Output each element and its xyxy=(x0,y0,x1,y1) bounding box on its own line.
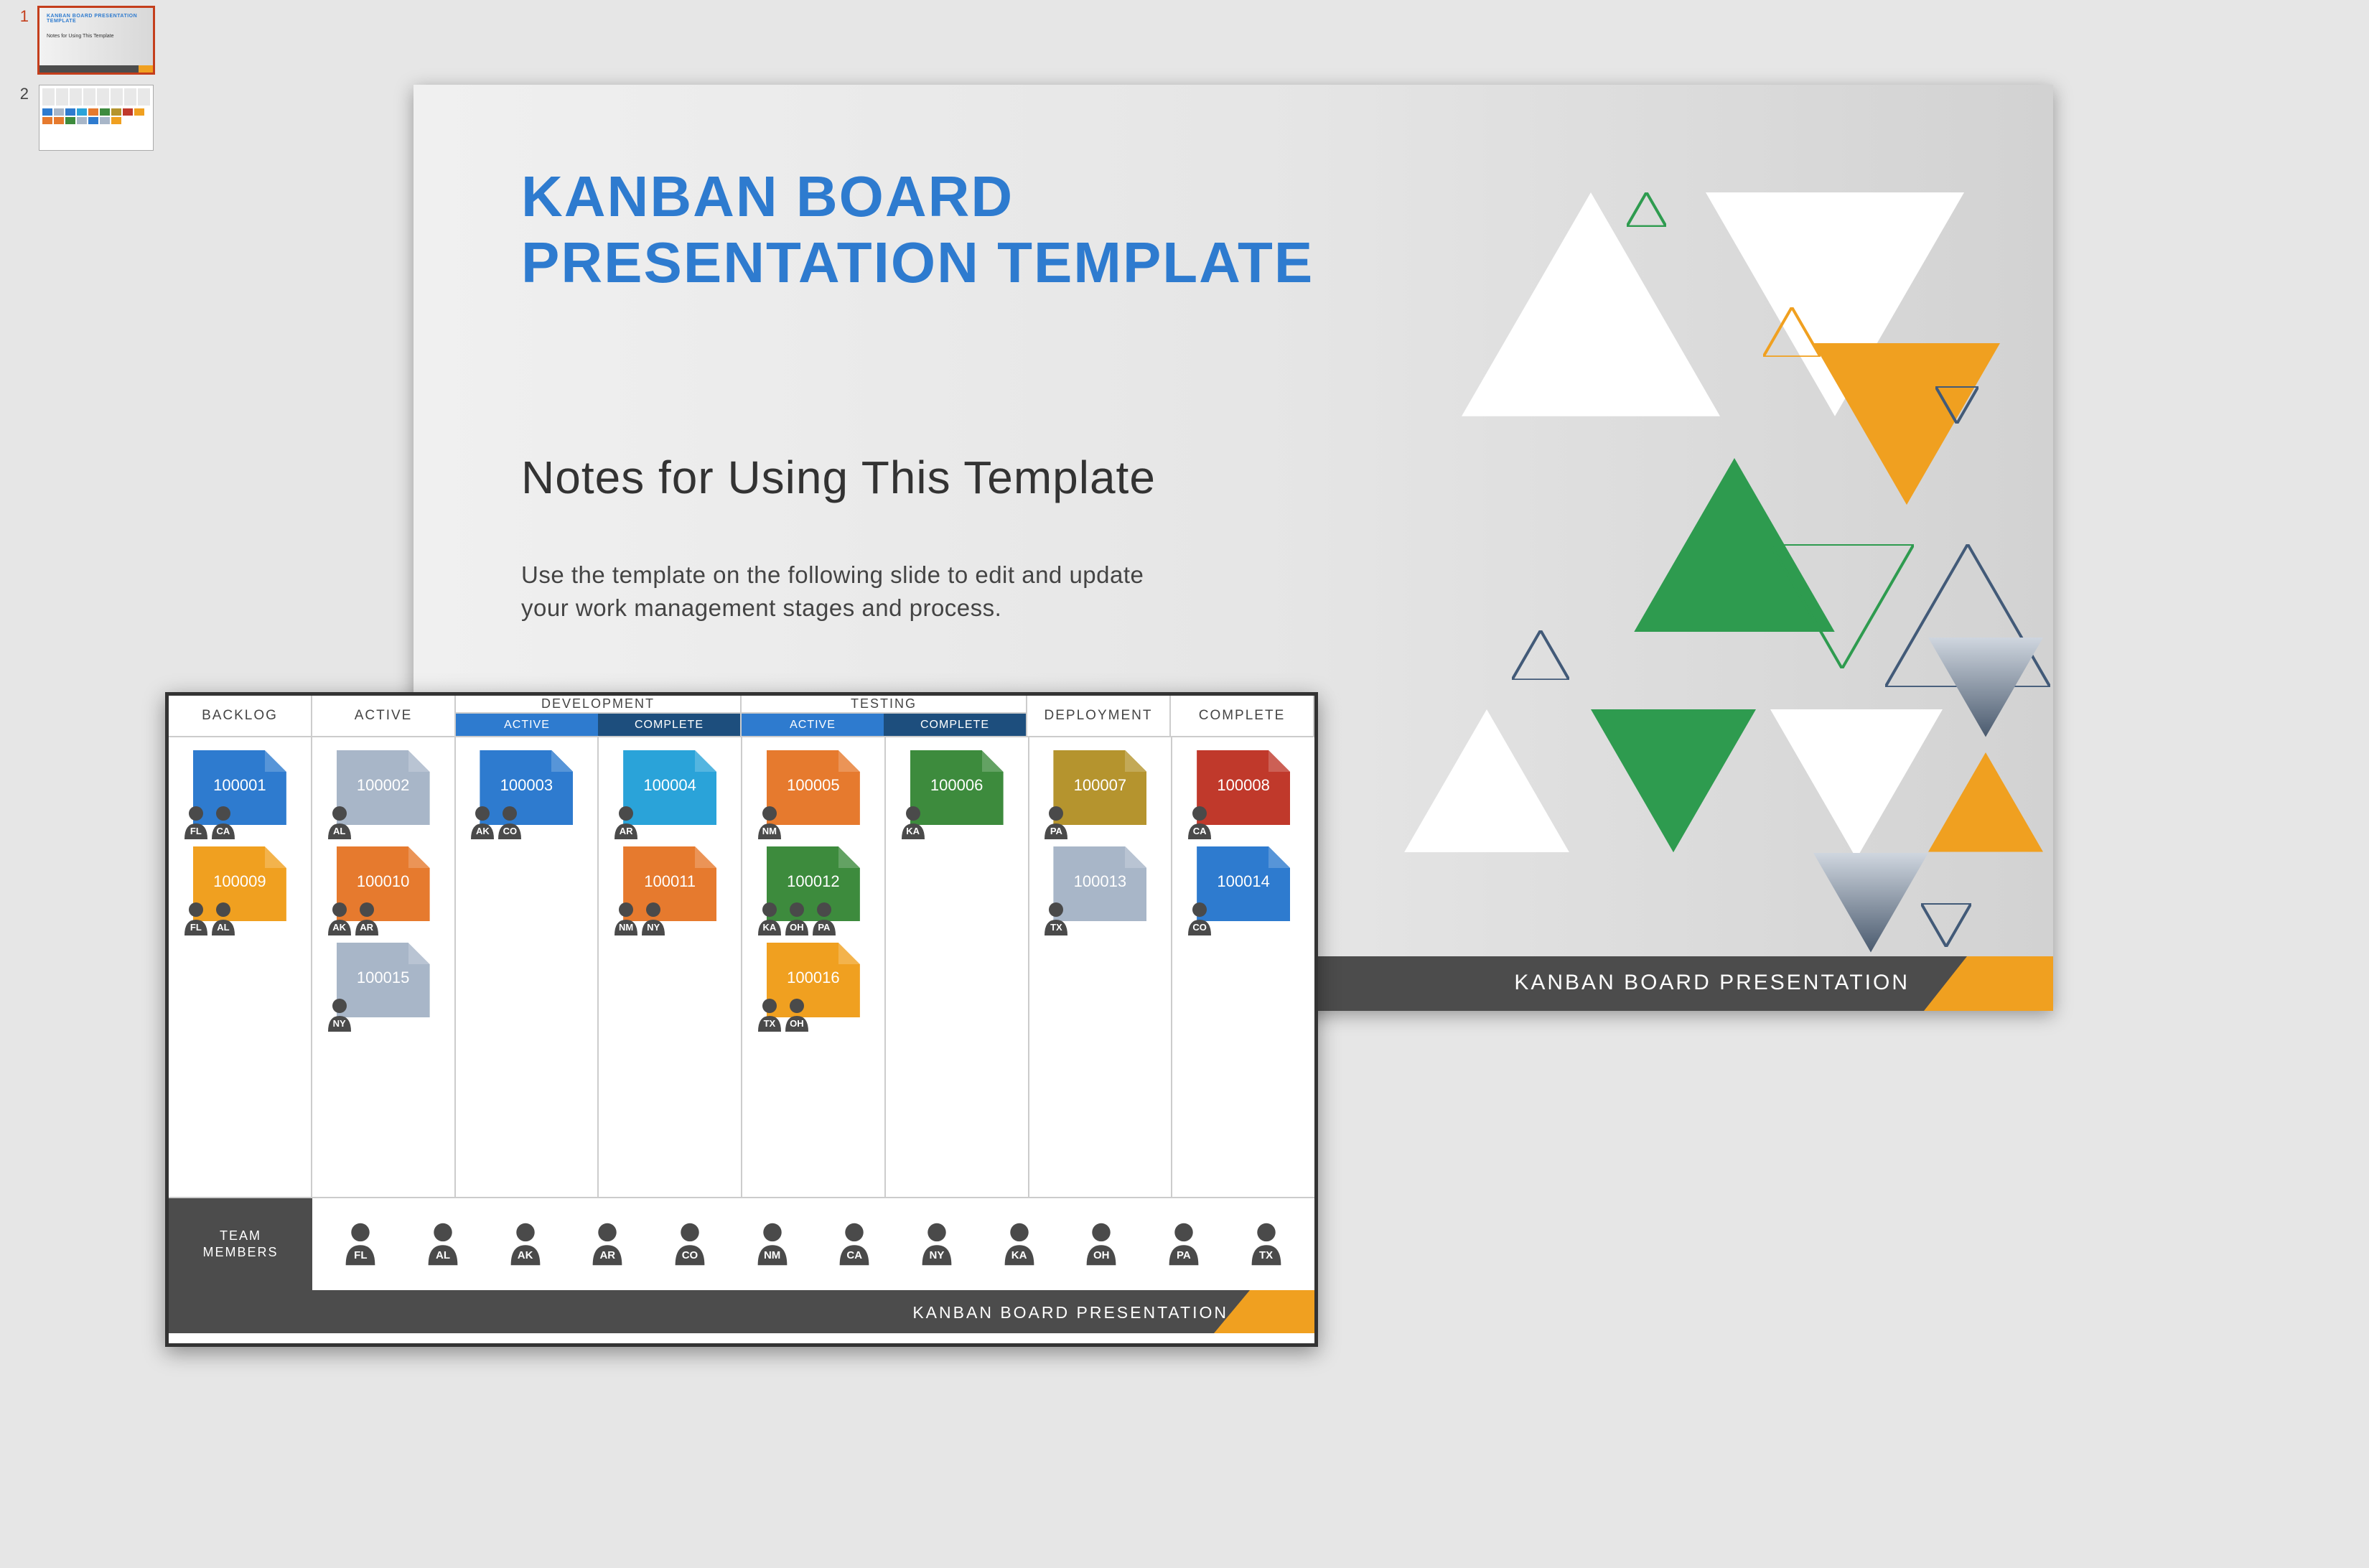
team-members-label: TEAMMEMBERS xyxy=(169,1198,312,1290)
team-member-pawn: KA xyxy=(999,1221,1039,1267)
slide-footer-text: KANBAN BOARD PRESENTATION xyxy=(1514,971,1910,995)
kanban-board-slide[interactable]: BACKLOG ACTIVE DEVELOPMENT ACTIVECOMPLET… xyxy=(165,692,1318,1347)
kanban-card[interactable]: 100004AR xyxy=(623,750,716,825)
team-member-pawn: AK xyxy=(505,1221,546,1267)
team-member-pawn: CA xyxy=(834,1221,874,1267)
header-deployment: DEPLOYMENT xyxy=(1027,696,1171,736)
team-member-pawn: TX xyxy=(1040,901,1072,937)
team-member-pawn: AL xyxy=(423,1221,463,1267)
triangle-icon xyxy=(1928,638,2043,737)
team-member-pawn: CO xyxy=(494,805,525,841)
header-development: DEVELOPMENT ACTIVECOMPLETE xyxy=(456,696,742,736)
slide-subtitle[interactable]: Notes for Using This Template xyxy=(521,451,1156,504)
thumbnail-number: 1 xyxy=(10,7,29,26)
triangle-icon xyxy=(1627,192,1666,227)
kanban-card[interactable]: 100001FLCA xyxy=(193,750,286,825)
team-member-pawn: FL xyxy=(340,1221,380,1267)
slide-title[interactable]: KANBAN BOARD PRESENTATION TEMPLATE xyxy=(521,164,1314,296)
team-member-pawn: CA xyxy=(207,805,239,841)
kanban-column: 100001FLCA 100009FLAL xyxy=(169,737,312,1197)
team-member-pawn: NY xyxy=(917,1221,957,1267)
team-member-pawn: PA xyxy=(1040,805,1072,841)
triangle-icon xyxy=(1591,709,1756,852)
kanban-card[interactable]: 100008CA xyxy=(1197,750,1290,825)
kanban-column: 100008CA 100014CO xyxy=(1172,737,1314,1197)
team-members-row: TEAMMEMBERS FL AL AK AR CO NM CA NY KA OH PA TX xyxy=(169,1197,1314,1290)
header-active: ACTIVE xyxy=(312,696,456,736)
triangle-icon xyxy=(1404,709,1569,852)
header-complete: COMPLETE xyxy=(1171,696,1314,736)
team-member-pawn: OH xyxy=(781,997,813,1033)
slide-thumbnail-1[interactable]: KANBAN BOARD PRESENTATION TEMPLATE Notes… xyxy=(39,7,154,73)
team-member-pawn: TX xyxy=(1246,1221,1286,1267)
kanban-card[interactable]: 100011NMNY xyxy=(623,846,716,921)
kanban-card[interactable]: 100015NY xyxy=(337,943,430,1017)
kanban-card[interactable]: 100006KA xyxy=(910,750,1004,825)
team-member-pawn: AL xyxy=(324,805,355,841)
triangle-icon xyxy=(1813,853,1928,953)
triangle-icon xyxy=(1935,386,1978,424)
kanban-header-row: BACKLOG ACTIVE DEVELOPMENT ACTIVECOMPLET… xyxy=(169,696,1314,737)
header-testing: TESTING ACTIVECOMPLETE xyxy=(742,696,1027,736)
team-member-pawn: CO xyxy=(1184,901,1215,937)
kanban-column: 100003AKCO xyxy=(456,737,599,1197)
triangle-icon xyxy=(1512,630,1569,680)
kanban-card[interactable]: 100002AL xyxy=(337,750,430,825)
footer-accent-icon xyxy=(1967,956,2053,1011)
kanban-card[interactable]: 100003AKCO xyxy=(480,750,573,825)
team-member-pawn: AL xyxy=(207,901,239,937)
triangle-icon xyxy=(1763,307,1821,357)
triangle-icon xyxy=(1928,752,2043,852)
kanban-grid: 100001FLCA100009FLAL100002AL100010AKAR10… xyxy=(169,737,1314,1197)
kanban-footer-bar: KANBAN BOARD PRESENTATION xyxy=(169,1290,1314,1333)
triangle-icon xyxy=(1813,343,2000,505)
kanban-card[interactable]: 100010AKAR xyxy=(337,846,430,921)
kanban-card[interactable]: 100009FLAL xyxy=(193,846,286,921)
kanban-card[interactable]: 100014CO xyxy=(1197,846,1290,921)
kanban-card[interactable]: 100012KAOHPA xyxy=(767,846,860,921)
kanban-card[interactable]: 100016TXOH xyxy=(767,943,860,1017)
triangle-icon xyxy=(1462,192,1720,416)
thumbnail-title: KANBAN BOARD PRESENTATION TEMPLATE xyxy=(47,14,153,24)
team-member-pawn: AR xyxy=(587,1221,627,1267)
slide-thumbnail-2[interactable] xyxy=(39,85,154,151)
slide-thumbnail-panel: 1 KANBAN BOARD PRESENTATION TEMPLATE Not… xyxy=(10,7,168,162)
kanban-footer-text: KANBAN BOARD PRESENTATION xyxy=(912,1303,1228,1322)
kanban-column: 100002AL 100010AKAR 100015NY xyxy=(312,737,456,1197)
team-member-pawn: NY xyxy=(637,901,669,937)
team-member-pawn: CO xyxy=(670,1221,710,1267)
kanban-column: 100007PA 100013TX xyxy=(1029,737,1173,1197)
kanban-column: 100006KA xyxy=(886,737,1029,1197)
thumbnail-number: 2 xyxy=(10,85,29,103)
kanban-card[interactable]: 100005NM xyxy=(767,750,860,825)
kanban-column: 100004AR 100011NMNY xyxy=(599,737,742,1197)
team-member-pawn: AR xyxy=(610,805,642,841)
triangle-icon xyxy=(1921,903,1971,947)
team-member-pawn: NY xyxy=(324,997,355,1033)
team-member-pawn: KA xyxy=(897,805,929,841)
kanban-card[interactable]: 100007PA xyxy=(1053,750,1146,825)
kanban-card[interactable]: 100013TX xyxy=(1053,846,1146,921)
header-backlog: BACKLOG xyxy=(169,696,312,736)
triangle-icon xyxy=(1770,709,1943,859)
team-member-pawn: PA xyxy=(808,901,840,937)
team-member-pawn: NM xyxy=(752,1221,793,1267)
kanban-column: 100005NM 100012KAOHPA 100016TXOH xyxy=(742,737,886,1197)
thumbnail-subtitle: Notes for Using This Template xyxy=(47,34,114,39)
footer-accent-icon xyxy=(1250,1290,1314,1333)
team-member-pawn: AR xyxy=(351,901,383,937)
team-member-pawn: NM xyxy=(754,805,785,841)
slide-body-text[interactable]: Use the template on the following slide … xyxy=(521,559,1167,625)
team-member-pawn: PA xyxy=(1164,1221,1204,1267)
team-member-pawn: OH xyxy=(1081,1221,1121,1267)
team-member-pawn: CA xyxy=(1184,805,1215,841)
